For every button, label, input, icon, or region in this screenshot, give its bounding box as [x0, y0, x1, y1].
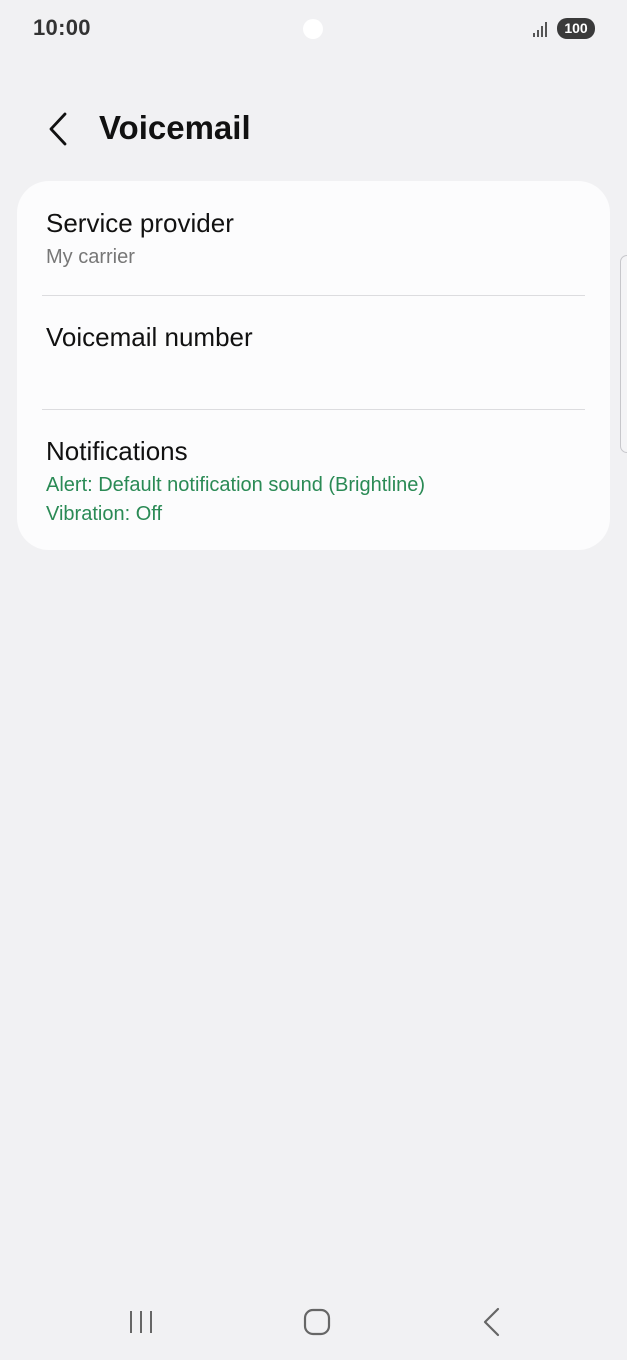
signal-bars-icon — [533, 22, 547, 37]
settings-card: Service provider My carrier Voicemail nu… — [17, 181, 610, 550]
back-button[interactable] — [36, 103, 80, 155]
navigation-bar — [0, 1290, 627, 1360]
recents-icon — [130, 1311, 152, 1333]
notifications-alert: Alert: Default notification sound (Brigh… — [46, 474, 426, 496]
service-provider-subtitle: My carrier — [46, 246, 135, 268]
recents-button[interactable] — [106, 1290, 176, 1354]
battery-badge: 100 — [557, 18, 595, 39]
notifications-vibration: Vibration: Off — [46, 503, 162, 525]
scrollbar-handle[interactable] — [620, 255, 627, 453]
app-header: Voicemail — [0, 95, 627, 165]
service-provider-row[interactable]: Service provider My carrier — [17, 181, 610, 295]
status-time: 10:00 — [33, 15, 91, 40]
notifications-title: Notifications — [46, 436, 188, 466]
nav-back-button[interactable] — [457, 1290, 527, 1354]
home-button[interactable] — [282, 1290, 352, 1354]
notifications-row[interactable]: Notifications Alert: Default notificatio… — [17, 410, 610, 550]
back-chevron-icon — [483, 1307, 500, 1337]
voicemail-number-row[interactable]: Voicemail number — [17, 296, 610, 409]
home-icon — [303, 1308, 331, 1336]
status-bar: 10:00 100 — [0, 0, 627, 58]
chevron-left-icon — [49, 112, 67, 146]
voicemail-number-title: Voicemail number — [46, 322, 253, 352]
page-title: Voicemail — [99, 109, 251, 146]
camera-cutout — [303, 19, 323, 39]
service-provider-title: Service provider — [46, 208, 234, 238]
